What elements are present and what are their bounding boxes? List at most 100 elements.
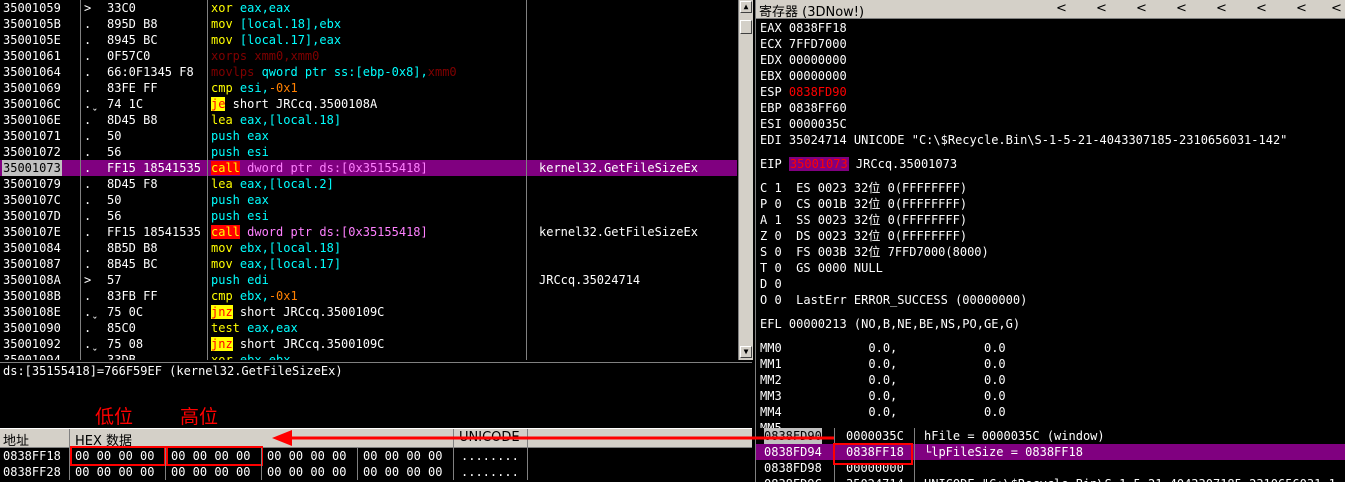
disasm-row[interactable]: 35001094. 33DB xor ebx,ebx	[0, 352, 737, 360]
disasm-instruction: lea eax,[local.18]	[211, 112, 523, 128]
mmx-register[interactable]: MM2 0.0, 0.0	[760, 372, 1006, 388]
chevron-left-icon[interactable]: <	[1331, 1, 1342, 16]
flag-line[interactable]: S 0 FS 003B 32位 7FFD7000(8000)	[760, 244, 989, 260]
disasm-address: 3500105E	[3, 33, 61, 47]
mmx-register[interactable]: MM0 0.0, 0.0	[760, 340, 1006, 356]
stack-row[interactable]: 0838FD98 00000000	[756, 460, 1345, 476]
register-efl[interactable]: EFL 00000213 (NO,B,NE,BE,NS,PO,GE,G)	[760, 316, 1020, 332]
disasm-operands: short JRCcq.3500109C	[232, 337, 385, 351]
mmx-register[interactable]: MM5	[760, 420, 782, 428]
disasm-marker: .ˬ	[84, 97, 99, 111]
disasm-row[interactable]: 3500107E. FF15 18541535 call dword ptr ds:…	[0, 224, 737, 240]
dump-col-unicode[interactable]: UNICODE	[459, 430, 520, 445]
disasm-row[interactable]: 3500108B. 83FB FF cmp ebx,-0x1	[0, 288, 737, 304]
chevron-left-icon[interactable]: <	[1136, 1, 1147, 16]
dump-unicode: ........	[461, 465, 519, 479]
disasm-row[interactable]: 3500105E. 8945 BC mov [local.17],eax	[0, 32, 737, 48]
register-ebx[interactable]: EBX 00000000	[760, 68, 847, 84]
disasm-row[interactable]: 35001084. 8B5D B8 mov ebx,[local.18]	[0, 240, 737, 256]
disasm-row[interactable]: 35001072. 56 push esi	[0, 144, 737, 160]
disasm-operands: short JRCcq.3500109C	[232, 305, 385, 319]
disasm-instruction: call dword ptr ds:[0x35155418]	[211, 160, 523, 176]
dump-col-address[interactable]: 地址	[3, 430, 29, 449]
flag-line[interactable]: O 0 LastErr ERROR_SUCCESS (00000000)	[760, 292, 1027, 308]
register-eax[interactable]: EAX 0838FF18	[760, 20, 847, 36]
disasm-mnemonic: movlps	[211, 65, 255, 79]
disasm-row[interactable]: 35001069. 83FE FF cmp esi,-0x1	[0, 80, 737, 96]
mmx-register[interactable]: MM4 0.0, 0.0	[760, 404, 1006, 420]
chevron-left-icon[interactable]: <	[1216, 1, 1227, 16]
disassembly-pane[interactable]: 35001059 >33C0 xor eax,eax 3500105B. 895D B8…	[0, 0, 737, 360]
dump-bytes: 00 00 00 00	[171, 465, 251, 479]
disasm-row[interactable]: 35001090. 85C0 test eax,eax	[0, 320, 737, 336]
register-eip[interactable]: EIP 35001073 JRCcq.35001073	[760, 156, 957, 172]
disasm-row[interactable]: 35001073. FF15 18541535 call dword ptr ds:…	[0, 160, 737, 176]
register-ebp[interactable]: EBP 0838FF60	[760, 100, 847, 116]
scroll-down-button[interactable]: ▼	[740, 346, 752, 358]
register-edx[interactable]: EDX 00000000	[760, 52, 847, 68]
stack-row[interactable]: 0838FD90 0000035C hFile = 0000035C (window…	[756, 428, 1345, 444]
disasm-instruction: mov ebx,[local.18]	[211, 240, 523, 256]
stack-row[interactable]: 0838FD94 0838FF18 └lpFileSize = 0838FF18	[756, 444, 1345, 460]
disasm-row[interactable]: 3500107C. 50 push eax	[0, 192, 737, 208]
scroll-up-button[interactable]: ▲	[740, 1, 752, 13]
chevron-left-icon[interactable]: <	[1256, 1, 1267, 16]
dump-row[interactable]: 0838FF28 00 00 00 00 00 00 00 00 00 00 00 0…	[0, 464, 752, 480]
disasm-row[interactable]: 35001079. 8D45 F8 lea eax,[local.2]	[0, 176, 737, 192]
flag-line[interactable]: Z 0 DS 0023 32位 0(FFFFFFFF)	[760, 228, 967, 244]
dump-bytes: 00 00 00 00	[363, 465, 443, 479]
chevron-left-icon[interactable]: <	[1056, 1, 1067, 16]
disasm-row[interactable]: 35001092 .ˬ 75 08 jnz short JRCcq.3500109C	[0, 336, 737, 352]
mmx-register[interactable]: MM3 0.0, 0.0	[760, 388, 1006, 404]
flag-line[interactable]: A 1 SS 0023 32位 0(FFFFFFFF)	[760, 212, 967, 228]
register-esp[interactable]: ESP 0838FD90	[760, 84, 847, 100]
flag-line[interactable]: T 0 GS 0000 NULL	[760, 260, 883, 276]
disasm-mnemonic: jnz	[211, 337, 233, 351]
disasm-row[interactable]: 3500107D. 56 push esi	[0, 208, 737, 224]
scroll-thumb[interactable]	[740, 20, 752, 34]
disasm-row[interactable]: 35001087. 8B45 BC mov eax,[local.17]	[0, 256, 737, 272]
register-ecx[interactable]: ECX 7FFD7000	[760, 36, 847, 52]
disasm-mnemonic: call	[211, 161, 240, 175]
disasm-instruction: lea eax,[local.2]	[211, 176, 523, 192]
disasm-marker: .	[84, 49, 92, 63]
mmx-register[interactable]: MM1 0.0, 0.0	[760, 356, 1006, 372]
disasm-row[interactable]: 3500106E. 8D45 B8 lea eax,[local.18]	[0, 112, 737, 128]
disasm-mnemonic: cmp	[211, 289, 233, 303]
register-esi[interactable]: ESI 0000035C	[760, 116, 847, 132]
disasm-row[interactable]: 35001061. 0F57C0 xorps xmm0,xmm0	[0, 48, 737, 64]
register-edi[interactable]: EDI 35024714 UNICODE "C:\$Recycle.Bin\S-…	[760, 132, 1287, 148]
dump-row[interactable]: 0838FF18 00 00 00 00 00 00 00 00 00 00 00 0…	[0, 448, 752, 464]
disasm-row[interactable]: 35001064. 66:0F1345 F8 movlps qword ptr ss…	[0, 64, 737, 80]
registers-pane[interactable]: 寄存器 (3DNow!) < < < < < < < < EAX 0838FF1…	[755, 0, 1345, 428]
disasm-operands: dword ptr ds:[0x35155418]	[239, 161, 428, 175]
dump-bytes: 00 00 00 00	[75, 449, 155, 463]
disasm-row[interactable]: 35001071. 50 push eax	[0, 128, 737, 144]
disasm-row[interactable]: 3500105B. 895D B8 mov [local.18],ebx	[0, 16, 737, 32]
disasm-hex: FF15 18541535	[107, 225, 201, 239]
disasm-mnemonic: test	[211, 321, 240, 335]
disasm-hex: 50	[107, 129, 122, 143]
flag-line[interactable]: C 1 ES 0023 32位 0(FFFFFFFF)	[760, 180, 967, 196]
stack-comment: hFile = 0000035C (window)	[924, 429, 1105, 443]
disasm-comment: kernel32.GetFileSizeEx	[539, 225, 698, 239]
eip-value: 35001073	[788, 157, 849, 171]
dump-header: 地址 HEX 数据 UNICODE	[0, 428, 752, 449]
disasm-hex: 8D45 F8	[107, 177, 158, 191]
disasm-mnemonic: jnz	[211, 305, 233, 319]
flag-line[interactable]: D 0	[760, 276, 782, 292]
stack-pane[interactable]: 0838FD90 0000035C hFile = 0000035C (window…	[755, 428, 1345, 482]
disasm-mnemonic: cmp	[211, 81, 233, 95]
disassembly-scrollbar[interactable]: ▲ ▼	[738, 0, 753, 360]
chevron-left-icon[interactable]: <	[1296, 1, 1307, 16]
flag-line[interactable]: P 0 CS 001B 32位 0(FFFFFFFF)	[760, 196, 967, 212]
chevron-left-icon[interactable]: <	[1096, 1, 1107, 16]
disasm-row[interactable]: 3500108A >57 push edi JRCcq.35024714	[0, 272, 737, 288]
chevron-left-icon[interactable]: <	[1176, 1, 1187, 16]
stack-row[interactable]: 0838FD9C 35024714 UNICODE "C:\$Recycle.Bin…	[756, 476, 1345, 482]
disasm-row[interactable]: 35001059 >33C0 xor eax,eax	[0, 0, 737, 16]
disasm-row[interactable]: 3500108E .ˬ 75 0C jnz short JRCcq.3500109C	[0, 304, 737, 320]
stack-address: 0838FD9C	[764, 476, 822, 482]
disasm-row[interactable]: 3500106C .ˬ 74 1C je short JRCcq.3500108A	[0, 96, 737, 112]
disasm-mnemonic: lea	[211, 177, 233, 191]
